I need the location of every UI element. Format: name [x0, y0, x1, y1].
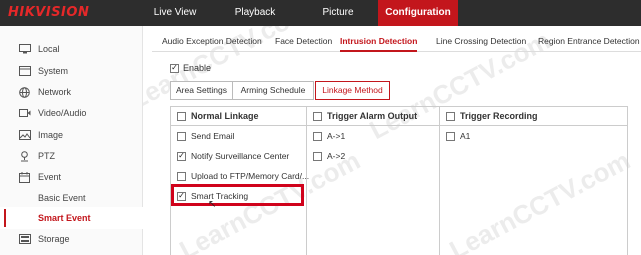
sidebar-item-video-audio[interactable]: Video/Audio [0, 102, 143, 124]
enable-label: Enable [183, 63, 212, 73]
linkage-option-notify-surveillance-center[interactable]: ✓ Notify Surveillance Center [177, 149, 289, 163]
sidebar-item-smart-event[interactable]: Smart Event [0, 207, 143, 229]
nav-live-view[interactable]: Live View [140, 0, 210, 26]
active-indicator [4, 209, 6, 227]
alarm-output-select-all-checkbox[interactable] [313, 111, 322, 121]
alarm-output-option[interactable]: A->1 [313, 129, 345, 143]
sidebar-item-label: Network [38, 87, 72, 97]
top-navigation-bar: HIKVISION Live View Playback Picture Con… [0, 0, 641, 26]
option-label: A->1 [327, 131, 346, 141]
alarm-output-a2-checkbox[interactable] [313, 151, 322, 161]
tab-face-detection[interactable]: Face Detection [275, 30, 332, 52]
globe-icon [18, 86, 31, 98]
sidebar-item-label: Storage [38, 234, 70, 244]
sidebar-item-event[interactable]: Event [0, 166, 143, 188]
enable-checkbox[interactable]: ✓ [170, 63, 179, 73]
send-email-checkbox[interactable] [177, 131, 186, 141]
column-header-label: Trigger Alarm Output [327, 111, 418, 121]
option-label: Send Email [191, 131, 235, 141]
trigger-recording-header[interactable]: Trigger Recording [440, 107, 627, 126]
hikvision-logo: HIKVISION [8, 5, 90, 20]
upload-ftp-checkbox[interactable] [177, 171, 186, 181]
alarm-output-a1-checkbox[interactable] [313, 131, 322, 141]
sidebar-item-storage[interactable]: Storage [0, 228, 143, 250]
tab-line-crossing-detection[interactable]: Line Crossing Detection [436, 30, 526, 52]
smart-tracking-highlight-box [171, 184, 304, 206]
calendar-icon [18, 171, 31, 183]
linkage-option-upload-ftp[interactable]: Upload to FTP/Memory Card/... [177, 169, 309, 183]
sidebar-item-system[interactable]: System [0, 60, 143, 82]
linkage-method-table: Normal Linkage Send Email ✓ Notify Surve… [170, 106, 628, 255]
sidebar-item-basic-event[interactable]: Basic Event [0, 187, 143, 209]
subtab-area-settings[interactable]: Area Settings [170, 81, 233, 100]
sidebar-item-image[interactable]: Image [0, 124, 143, 146]
video-icon [18, 108, 31, 119]
normal-linkage-header[interactable]: Normal Linkage [171, 107, 306, 126]
subtab-arming-schedule[interactable]: Arming Schedule [232, 81, 314, 100]
sidebar-item-local[interactable]: Local [0, 38, 143, 60]
enable-control[interactable]: ✓ Enable [170, 63, 211, 73]
trigger-alarm-output-header[interactable]: Trigger Alarm Output [307, 107, 439, 126]
sidebar-item-label: Smart Event [38, 213, 91, 223]
notify-surveillance-center-checkbox[interactable]: ✓ [177, 151, 186, 161]
sidebar: Local System Network Video/Audio Image P… [0, 26, 143, 255]
storage-icon [18, 234, 31, 245]
system-icon [18, 66, 31, 77]
monitor-icon [18, 44, 31, 55]
mouse-cursor-icon: ↖ [208, 199, 217, 210]
sidebar-item-label: System [38, 66, 69, 76]
ptz-icon [18, 150, 31, 162]
recording-select-all-checkbox[interactable] [446, 111, 455, 121]
tab-intrusion-detection[interactable]: Intrusion Detection [340, 30, 418, 52]
option-label: A->2 [327, 151, 346, 161]
alarm-output-option[interactable]: A->2 [313, 149, 345, 163]
subtab-linkage-method[interactable]: Linkage Method [315, 81, 390, 100]
nav-picture[interactable]: Picture [303, 0, 373, 26]
column-header-label: Trigger Recording [460, 111, 538, 121]
column-header-label: Normal Linkage [191, 111, 259, 121]
recording-option[interactable]: A1 [446, 129, 470, 143]
sidebar-item-network[interactable]: Network [0, 81, 143, 103]
tab-region-entrance-detection[interactable]: Region Entrance Detection [538, 30, 640, 52]
linkage-option-send-email[interactable]: Send Email [177, 129, 234, 143]
sidebar-item-label: Video/Audio [38, 108, 87, 118]
normal-linkage-select-all-checkbox[interactable] [177, 111, 186, 121]
sidebar-item-label: Basic Event [38, 193, 86, 203]
recording-a1-checkbox[interactable] [446, 131, 455, 141]
option-label: Upload to FTP/Memory Card/... [191, 171, 310, 181]
nav-playback[interactable]: Playback [220, 0, 290, 26]
nav-configuration[interactable]: Configuration [378, 0, 458, 26]
sidebar-item-label: Event [38, 172, 62, 182]
sidebar-item-label: Local [38, 44, 60, 54]
normal-linkage-column: Normal Linkage Send Email ✓ Notify Surve… [171, 107, 309, 255]
sidebar-item-label: Image [38, 130, 64, 140]
image-icon [18, 130, 31, 141]
tab-audio-exception-detection[interactable]: Audio Exception Detection [162, 30, 262, 52]
sidebar-item-label: PTZ [38, 151, 55, 161]
sidebar-item-ptz[interactable]: PTZ [0, 145, 143, 167]
option-label: A1 [460, 131, 471, 141]
trigger-alarm-output-column: Trigger Alarm Output A->1 A->2 [306, 107, 439, 255]
trigger-recording-column: Trigger Recording A1 [439, 107, 627, 255]
option-label: Notify Surveillance Center [191, 151, 290, 161]
detection-tab-bar: Audio Exception Detection Face Detection… [152, 30, 641, 52]
